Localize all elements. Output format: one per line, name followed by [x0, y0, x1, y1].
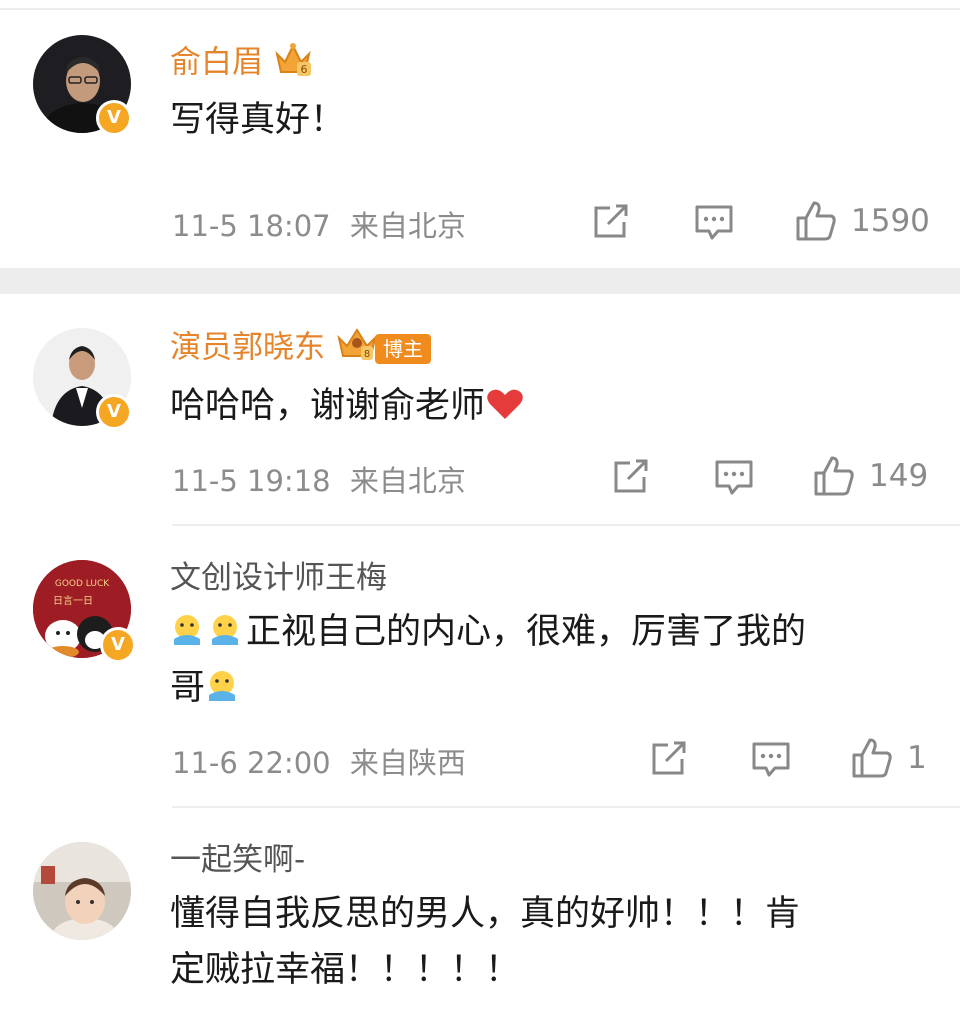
vip-crown-icon: 6	[273, 40, 313, 88]
comment-divider	[172, 524, 960, 526]
share-icon	[652, 741, 686, 775]
share-button[interactable]	[650, 741, 688, 777]
comment-text: 写得真好！	[170, 100, 346, 140]
share-icon	[594, 204, 628, 238]
comment-button[interactable]	[714, 459, 754, 497]
avatar[interactable]	[33, 842, 131, 940]
thumbs-up-icon	[852, 738, 892, 778]
comment-location: 来自陕西	[349, 746, 466, 780]
share-button[interactable]	[612, 459, 650, 495]
comment-icon	[715, 460, 753, 495]
comment-text-line: 定贼拉幸福！！！！！	[170, 950, 521, 990]
like-count: 1590	[851, 203, 930, 239]
comment-icon	[752, 742, 790, 777]
verified-badge-icon: V	[100, 627, 136, 663]
comment-meta: 11-5 19:18 来自北京	[172, 458, 466, 500]
comment-text: 哈哈哈，谢谢俞老师	[170, 378, 910, 434]
level-number: 6	[301, 63, 308, 76]
comment-location: 来自北京	[349, 464, 466, 498]
comment-meta: 11-5 18:07 来自北京	[172, 203, 466, 245]
share-icon	[614, 459, 648, 493]
comment-text-line: 正视自己的内心，很难，厉害了我的	[246, 612, 807, 652]
comment-username[interactable]: 演员郭晓东 8 博主	[170, 326, 431, 372]
username-text[interactable]: 一起笑啊-	[170, 842, 305, 878]
thumbs-up-icon	[796, 201, 836, 241]
crying-face-emoji-icon	[208, 608, 242, 645]
heart-emoji-icon	[485, 382, 525, 419]
comment-text-line: 哥	[170, 668, 206, 708]
comment-divider	[172, 806, 960, 808]
comment-text-line: 懂得自我反思的男人，真的好帅！！！肯	[170, 894, 801, 934]
comment-text: 懂得自我反思的男人，真的好帅！！！肯 定贼拉幸福！！！！！	[170, 886, 910, 998]
comment-button[interactable]	[694, 204, 734, 242]
like-button[interactable]: 1	[851, 737, 927, 779]
like-button[interactable]: 149	[813, 455, 928, 497]
comment-button[interactable]	[751, 741, 791, 779]
comment-meta: 11-6 22:00 来自陕西	[172, 740, 466, 782]
comment-time: 11-5 19:18	[172, 464, 331, 498]
role-badge: 博主	[375, 334, 431, 364]
comment-time: 11-5 18:07	[172, 209, 331, 243]
thumbs-up-icon	[814, 456, 854, 496]
like-count: 1	[907, 740, 927, 776]
level-number: 8	[364, 349, 370, 360]
comment-time: 11-6 22:00	[172, 746, 331, 780]
verified-badge-icon: V	[96, 100, 132, 136]
username-text[interactable]: 演员郭晓东	[170, 330, 325, 366]
vip-crown-icon: 8	[335, 326, 379, 372]
section-separator	[0, 268, 960, 294]
comment-location: 来自北京	[349, 209, 466, 243]
verified-badge-icon: V	[96, 394, 132, 430]
comment-text: 正视自己的内心，很难，厉害了我的 哥	[170, 604, 910, 716]
like-button[interactable]: 1590	[795, 200, 930, 242]
comment-username[interactable]: 俞白眉 6	[170, 40, 313, 88]
comment-text-content: 哈哈哈，谢谢俞老师	[170, 386, 486, 426]
avatar-caption: GOOD LUCK	[55, 579, 110, 589]
comment-username[interactable]: 文创设计师王梅	[170, 558, 387, 598]
avatar-title: 日言一日	[53, 594, 93, 607]
share-button[interactable]	[592, 204, 630, 240]
like-count: 149	[869, 458, 929, 494]
crying-face-emoji-icon	[170, 608, 204, 645]
top-divider	[0, 8, 960, 10]
username-text[interactable]: 俞白眉	[170, 45, 263, 81]
comment-username[interactable]: 一起笑啊-	[170, 840, 305, 880]
username-text[interactable]: 文创设计师王梅	[170, 560, 387, 596]
comment-icon	[695, 205, 733, 240]
crying-face-emoji-icon	[205, 664, 239, 701]
